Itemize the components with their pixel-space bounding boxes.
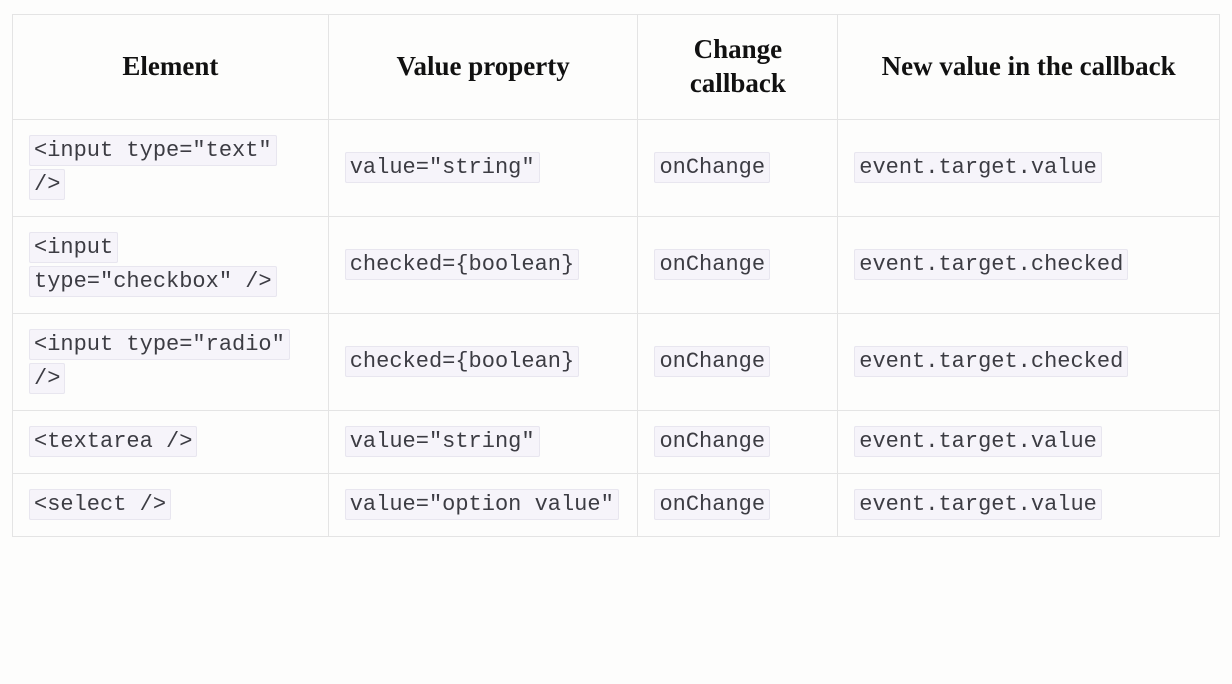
new-value-code: event.target.value	[854, 426, 1102, 457]
value-property-code: value="string"	[345, 152, 540, 183]
element-code: <input type="checkbox" />	[29, 232, 277, 297]
value-property-code: value="string"	[345, 426, 540, 457]
change-callback-code: onChange	[654, 249, 770, 280]
new-value-code: event.target.value	[854, 489, 1102, 520]
table-row: <input type="text" /> value="string" onC…	[13, 119, 1220, 216]
table-row: <input type="checkbox" /> checked={boole…	[13, 216, 1220, 313]
element-code: <input type="text" />	[29, 135, 277, 200]
new-value-code: event.target.checked	[854, 346, 1128, 377]
form-elements-table: Element Value property Change callback N…	[12, 14, 1220, 537]
new-value-code: event.target.checked	[854, 249, 1128, 280]
header-value-property: Value property	[328, 15, 638, 120]
header-change-callback: Change callback	[638, 15, 838, 120]
table-header-row: Element Value property Change callback N…	[13, 15, 1220, 120]
change-callback-code: onChange	[654, 346, 770, 377]
table-row: <textarea /> value="string" onChange eve…	[13, 411, 1220, 474]
header-element: Element	[13, 15, 329, 120]
table-row: <input type="radio" /> checked={boolean}…	[13, 313, 1220, 410]
new-value-code: event.target.value	[854, 152, 1102, 183]
value-property-code: checked={boolean}	[345, 249, 579, 280]
element-code: <select />	[29, 489, 171, 520]
change-callback-code: onChange	[654, 489, 770, 520]
element-code: <textarea />	[29, 426, 197, 457]
header-new-value: New value in the callback	[838, 15, 1220, 120]
value-property-code: checked={boolean}	[345, 346, 579, 377]
value-property-code: value="option value"	[345, 489, 619, 520]
change-callback-code: onChange	[654, 152, 770, 183]
change-callback-code: onChange	[654, 426, 770, 457]
element-code: <input type="radio" />	[29, 329, 290, 394]
table-row: <select /> value="option value" onChange…	[13, 474, 1220, 537]
